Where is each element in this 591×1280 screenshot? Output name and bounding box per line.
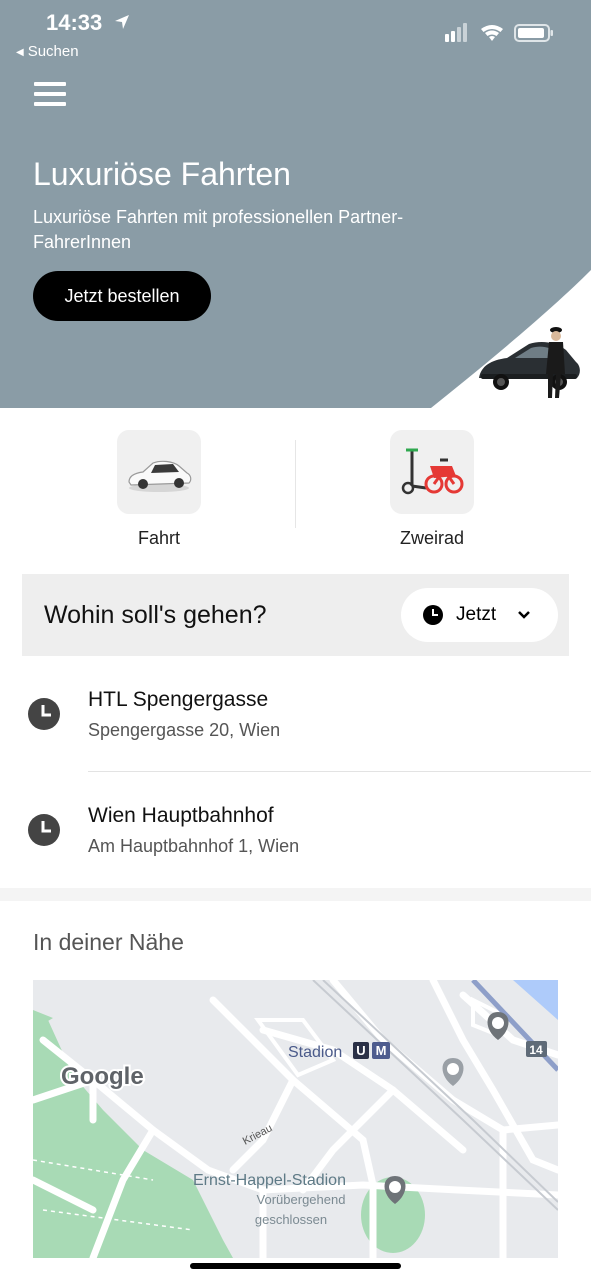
- status-bar: 14:33: [0, 0, 591, 42]
- google-logo: Google: [61, 1063, 144, 1090]
- clock-icon: [423, 605, 443, 625]
- nearby-map[interactable]: U M 14 Stadion Krieau Ernst-Happel-Stadi…: [33, 980, 558, 1258]
- schedule-time-selector[interactable]: Jetzt: [401, 588, 558, 642]
- destination-search-bar[interactable]: Wohin soll's gehen? Jetzt: [22, 574, 569, 656]
- recent-place-title: Wien Hauptbahnhof: [88, 804, 274, 827]
- metro-badge: M: [372, 1042, 390, 1059]
- promo-banner[interactable]: 14:33 ◀ Suchen Luxuriöse Fahrten Luxuriö…: [0, 0, 591, 408]
- tram-line-badge: 14: [526, 1041, 547, 1057]
- service-tile-zweirad[interactable]: [390, 430, 474, 514]
- map-label-status-line2: geschlossen: [255, 1212, 327, 1227]
- section-separator: [0, 888, 591, 901]
- scooter-bike-icon: [401, 448, 464, 495]
- hero-title: Luxuriöse Fahrten: [33, 156, 291, 192]
- back-label: Suchen: [27, 43, 79, 60]
- recent-place-item[interactable]: Wien Hauptbahnhof Am Hauptbahnhof 1, Wie…: [0, 772, 591, 888]
- wifi-icon: [481, 25, 503, 41]
- chevron-down-icon: [518, 611, 530, 619]
- recent-place-address: Am Hauptbahnhof 1, Wien: [88, 836, 300, 856]
- menu-icon[interactable]: [34, 82, 66, 108]
- service-label-fahrt: Fahrt: [137, 528, 180, 548]
- clock-icon: [28, 814, 60, 846]
- svg-text:U: U: [356, 1043, 365, 1058]
- map-label-station: Stadion: [288, 1044, 342, 1061]
- recent-place-address: Spengergasse 20, Wien: [88, 720, 281, 740]
- nearby-section-title: In deiner Nähe: [33, 929, 184, 955]
- hero-subtitle: Luxuriöse Fahrten mit professionellen Pa…: [33, 207, 404, 252]
- tile-divider: [295, 440, 296, 528]
- u-bahn-badge: U: [353, 1042, 369, 1059]
- svg-text:M: M: [376, 1043, 387, 1058]
- map-label-stadium: Ernst-Happel-Stadion: [193, 1172, 346, 1189]
- back-triangle-icon: ◀: [16, 47, 24, 58]
- service-label-zweirad: Zweirad: [399, 528, 465, 548]
- clock-icon: [28, 698, 60, 730]
- recent-place-title: HTL Spengergasse: [88, 688, 269, 711]
- map-canvas: U M 14 Stadion Krieau Ernst-Happel-Stadi…: [33, 980, 558, 1258]
- status-icons: [445, 23, 553, 42]
- location-arrow-icon: [115, 15, 129, 29]
- car-icon: [128, 460, 192, 492]
- battery-icon: [514, 24, 553, 42]
- map-label-status-line1: Vorübergehend: [257, 1192, 346, 1207]
- order-now-button[interactable]: Jetzt bestellen: [33, 271, 211, 321]
- svg-text:14: 14: [529, 1043, 543, 1057]
- destination-search-prompt: Wohin soll's gehen?: [44, 601, 267, 629]
- luxury-car-chauffeur-illustration: [431, 270, 591, 408]
- cellular-signal-icon: [445, 23, 467, 42]
- status-time: 14:33: [46, 10, 103, 35]
- back-to-search-link[interactable]: ◀ Suchen: [16, 43, 79, 60]
- schedule-time-label: Jetzt: [456, 604, 497, 625]
- home-indicator[interactable]: [190, 1263, 401, 1269]
- service-tile-fahrt[interactable]: [117, 430, 201, 514]
- recent-place-item[interactable]: HTL Spengergasse Spengergasse 20, Wien: [0, 656, 591, 772]
